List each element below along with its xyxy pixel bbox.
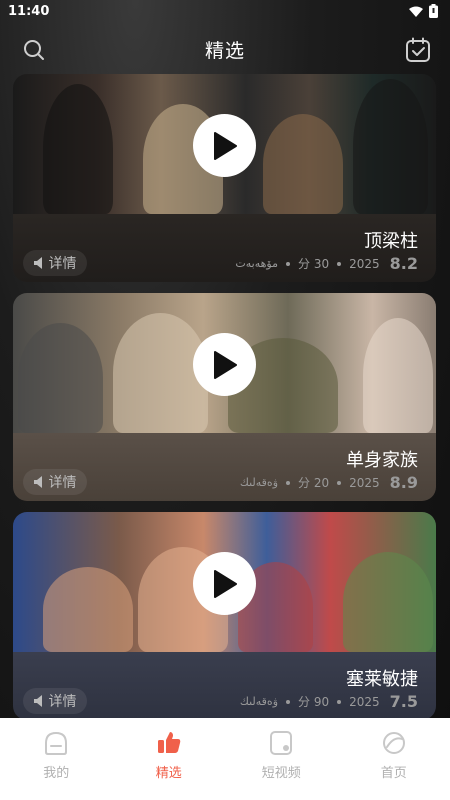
separator-dot bbox=[337, 480, 342, 485]
separator-dot bbox=[286, 699, 291, 704]
play-button[interactable] bbox=[193, 114, 256, 177]
drama-meta: مۆھەبەت 分 30 2025 8.2 bbox=[235, 254, 418, 273]
speaker-icon bbox=[33, 257, 42, 269]
drama-title: 顶梁柱 bbox=[364, 231, 418, 252]
tab-short-video[interactable]: 短视频 bbox=[225, 718, 338, 800]
tab-label: 精选 bbox=[155, 766, 182, 781]
release-year: 2025 bbox=[349, 475, 380, 490]
card-info: 塞莱敏捷 详情 ۋەقەلىك 分 90 2025 7.5 bbox=[13, 652, 436, 720]
detail-button[interactable]: 详情 bbox=[23, 250, 87, 276]
rating-score: 8.9 bbox=[389, 473, 418, 492]
detail-label: 详情 bbox=[48, 694, 77, 710]
wifi-icon bbox=[409, 6, 423, 17]
detail-label: 详情 bbox=[48, 256, 77, 272]
tab-label: 首页 bbox=[380, 766, 407, 781]
episode-count: 分 90 bbox=[298, 695, 330, 709]
separator-dot bbox=[286, 480, 291, 485]
short-video-icon bbox=[270, 731, 293, 755]
bottom-tab-bar: 我的 精选 短视频 首页 bbox=[0, 718, 450, 800]
battery-icon bbox=[429, 4, 438, 18]
genre-label: مۆھەبەت bbox=[235, 257, 279, 270]
home-icon bbox=[382, 732, 405, 754]
play-icon bbox=[213, 350, 237, 379]
thumbs-up-icon bbox=[157, 732, 180, 753]
status-time: 11:40 bbox=[8, 3, 50, 19]
rating-score: 7.5 bbox=[389, 692, 418, 711]
tab-home[interactable]: 首页 bbox=[338, 718, 450, 800]
play-button[interactable] bbox=[193, 552, 256, 615]
tab-label: 我的 bbox=[43, 766, 70, 781]
page-title: 精选 bbox=[204, 39, 245, 62]
drama-title: 单身家族 bbox=[346, 450, 418, 471]
tab-featured[interactable]: 精选 bbox=[113, 718, 226, 800]
drama-card[interactable]: 塞莱敏捷 详情 ۋەقەلىك 分 90 2025 7.5 bbox=[13, 512, 436, 720]
play-button[interactable] bbox=[193, 333, 256, 396]
release-year: 2025 bbox=[349, 694, 380, 709]
genre-label: ۋەقەلىك bbox=[239, 476, 279, 489]
genre-label: ۋەقەلىك bbox=[239, 695, 279, 708]
status-bar: 11:40 bbox=[0, 0, 450, 22]
tab-mine[interactable]: 我的 bbox=[0, 718, 113, 800]
separator-dot bbox=[337, 261, 342, 266]
play-icon bbox=[213, 131, 237, 160]
separator-dot bbox=[337, 699, 342, 704]
separator-dot bbox=[286, 261, 291, 266]
drama-card[interactable]: 顶梁柱 详情 مۆھەبەت 分 30 2025 8.2 bbox=[13, 74, 436, 282]
episode-count: 分 30 bbox=[298, 257, 330, 271]
status-icons bbox=[409, 4, 438, 18]
speaker-icon bbox=[33, 476, 42, 488]
face-icon bbox=[45, 731, 68, 755]
card-info: 顶梁柱 详情 مۆھەبەت 分 30 2025 8.2 bbox=[13, 214, 436, 282]
detail-label: 详情 bbox=[48, 475, 77, 491]
rating-score: 8.2 bbox=[389, 254, 418, 273]
calendar-check-icon bbox=[406, 37, 430, 62]
drama-meta: ۋەقەلىك 分 20 2025 8.9 bbox=[240, 473, 418, 492]
header: 精选 bbox=[0, 28, 450, 70]
episode-count: 分 20 bbox=[298, 476, 330, 490]
play-icon bbox=[213, 569, 237, 598]
detail-button[interactable]: 详情 bbox=[23, 469, 87, 495]
search-button[interactable] bbox=[20, 36, 48, 64]
speaker-icon bbox=[33, 695, 42, 707]
card-info: 单身家族 详情 ۋەقەلىك 分 20 2025 8.9 bbox=[13, 433, 436, 501]
tab-label: 短视频 bbox=[261, 766, 301, 781]
release-year: 2025 bbox=[349, 256, 380, 271]
drama-meta: ۋەقەلىك 分 90 2025 7.5 bbox=[240, 692, 418, 711]
drama-title: 塞莱敏捷 bbox=[346, 669, 418, 690]
calendar-button[interactable] bbox=[404, 36, 432, 64]
detail-button[interactable]: 详情 bbox=[23, 688, 87, 714]
search-icon bbox=[24, 40, 44, 60]
drama-card[interactable]: 单身家族 详情 ۋەقەلىك 分 20 2025 8.9 bbox=[13, 293, 436, 501]
